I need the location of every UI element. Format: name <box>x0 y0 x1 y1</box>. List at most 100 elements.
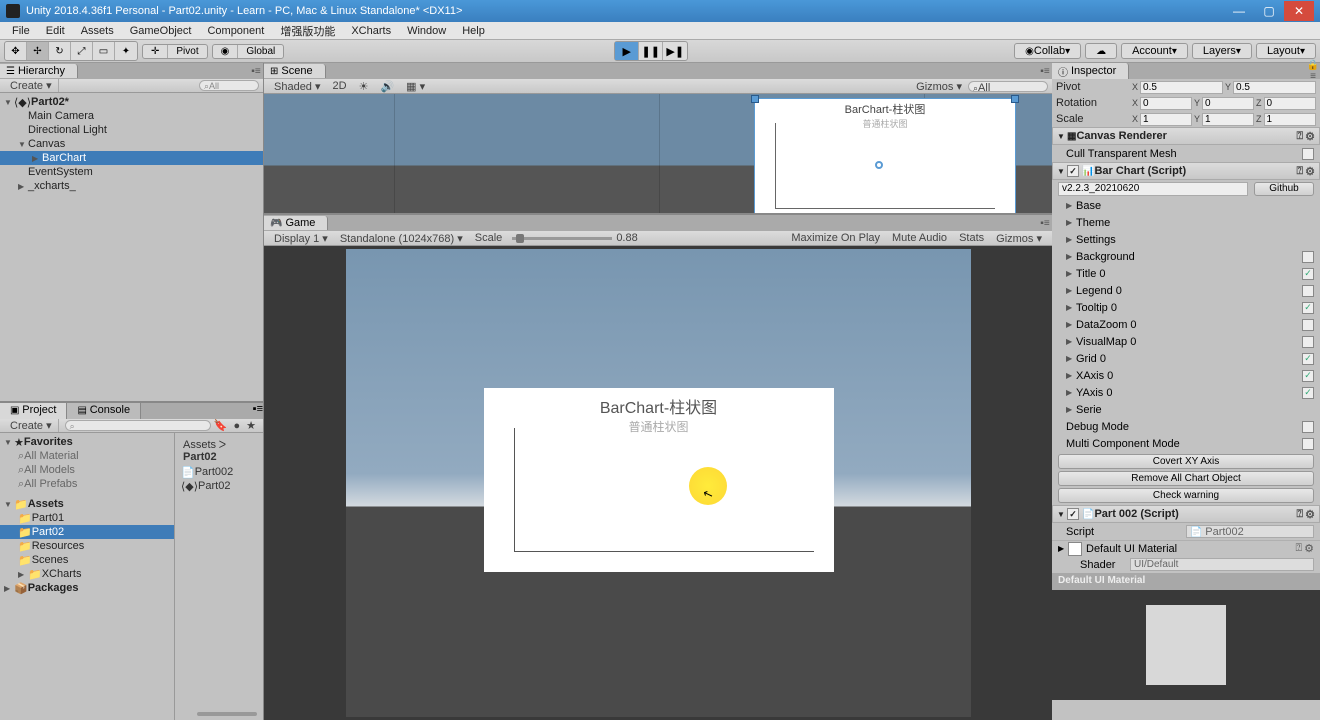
prop-legend-0[interactable]: ▶Legend 0 <box>1052 282 1320 299</box>
menu-file[interactable]: File <box>4 25 38 37</box>
breadcrumb[interactable]: Assets ᐳ Part02 <box>179 437 259 465</box>
rotate-tool[interactable]: ↻ <box>49 42 71 60</box>
layout-button[interactable]: Layout ▾ <box>1256 43 1316 59</box>
game-view[interactable]: BarChart-柱状图 普通柱状图 ↖ <box>264 246 1052 720</box>
minimize-button[interactable]: — <box>1224 1 1254 21</box>
project-tab[interactable]: ▣ Project <box>0 403 67 419</box>
prop-visualmap-0[interactable]: ▶VisualMap 0 <box>1052 333 1320 350</box>
hand-tool[interactable]: ✥ <box>5 42 27 60</box>
barchart-header[interactable]: ▼✓📊 Bar Chart (Script) ⍰⚙ <box>1052 162 1320 180</box>
prop-grid-0[interactable]: ▶Grid 0✓ <box>1052 350 1320 367</box>
assets-root[interactable]: ▼📁 Assets <box>0 497 174 511</box>
prop-theme[interactable]: ▶Theme <box>1052 214 1320 231</box>
gear-icon[interactable]: ⚙ <box>1305 165 1315 178</box>
part002-enable[interactable]: ✓ <box>1067 508 1079 520</box>
help-icon[interactable]: ⍰ <box>1297 508 1304 521</box>
folder-part02[interactable]: 📁 Part02 <box>0 525 174 539</box>
game-scale-slider[interactable] <box>512 237 612 240</box>
scene-gizmos[interactable]: Gizmos ▾ <box>910 80 968 93</box>
gear-icon[interactable]: ⚙ <box>1305 130 1315 143</box>
prop-check[interactable]: ✓ <box>1302 353 1314 365</box>
tree-xcharts[interactable]: ▶_xcharts_ <box>0 179 263 193</box>
help-icon[interactable]: ⍰ <box>1297 130 1304 143</box>
pivot-y[interactable] <box>1233 81 1316 94</box>
rot-z[interactable] <box>1264 97 1317 110</box>
step-button[interactable]: ▶❚ <box>663 42 687 60</box>
menu-assets[interactable]: Assets <box>73 25 122 37</box>
remove-button[interactable]: Remove All Chart Object <box>1058 471 1314 486</box>
game-popout[interactable]: ▪≡ <box>1038 218 1052 229</box>
menu-edit[interactable]: Edit <box>38 25 73 37</box>
folder-part01[interactable]: 📁 Part01 <box>0 511 174 525</box>
menu-component[interactable]: Component <box>199 25 272 37</box>
prop-base[interactable]: ▶Base <box>1052 197 1320 214</box>
github-button[interactable]: Github <box>1254 182 1314 196</box>
scene-popout[interactable]: ▪≡ <box>1038 66 1052 77</box>
prop-title-0[interactable]: ▶Title 0✓ <box>1052 265 1320 282</box>
prop-xaxis-0[interactable]: ▶XAxis 0✓ <box>1052 367 1320 384</box>
move-tool[interactable]: ✢ <box>27 42 49 60</box>
menu-help[interactable]: Help <box>454 25 493 37</box>
shader-field[interactable]: UI/Default <box>1130 558 1314 571</box>
prop-check[interactable] <box>1302 285 1314 297</box>
scene-search[interactable]: ⌕All <box>968 81 1048 92</box>
asset-part02[interactable]: ⟨◆⟩ Part02 <box>179 479 259 493</box>
barchart-enable[interactable]: ✓ <box>1067 165 1079 177</box>
prop-check[interactable]: ✓ <box>1302 370 1314 382</box>
scene-fx-icon[interactable]: ▦ ▾ <box>400 80 431 93</box>
scene-2d[interactable]: 2D <box>327 80 353 92</box>
prop-check[interactable] <box>1302 336 1314 348</box>
game-maximize[interactable]: Maximize On Play <box>785 232 886 244</box>
game-resolution[interactable]: Standalone (1024x768) ▾ <box>334 232 469 245</box>
gear-icon[interactable]: ⚙ <box>1304 542 1314 555</box>
prop-check[interactable] <box>1302 319 1314 331</box>
prop-serie[interactable]: ▶Serie <box>1052 401 1320 418</box>
pause-button[interactable]: ❚❚ <box>639 42 663 60</box>
console-tab[interactable]: ▤ Console <box>67 403 141 419</box>
account-button[interactable]: Account ▾ <box>1121 43 1188 59</box>
menu-xcharts[interactable]: XCharts <box>343 25 399 37</box>
game-tab[interactable]: 🎮 Game <box>264 216 328 230</box>
scale-tool[interactable]: ⤢ <box>71 42 93 60</box>
scene-view[interactable]: BarChart-柱状图 普通柱状图 <box>264 94 1052 213</box>
close-button[interactable]: ✕ <box>1284 1 1314 21</box>
tree-eventsystem[interactable]: EventSystem <box>0 165 263 179</box>
scene-audio-icon[interactable]: 🔊 <box>374 80 400 93</box>
menu-enhanced[interactable]: 增强版功能 <box>272 23 343 39</box>
tree-barchart[interactable]: ▶BarChart <box>0 151 263 165</box>
folder-xcharts[interactable]: ▶📁 XCharts <box>0 567 174 581</box>
check-button[interactable]: Check warning <box>1058 488 1314 503</box>
hierarchy-search[interactable]: ⌕All <box>199 80 259 91</box>
folder-scenes[interactable]: 📁 Scenes <box>0 553 174 567</box>
help-icon[interactable]: ⍰ <box>1296 542 1303 555</box>
rot-y[interactable] <box>1202 97 1254 110</box>
layers-button[interactable]: Layers ▾ <box>1192 43 1252 59</box>
transform-tool[interactable]: ✦ <box>115 42 137 60</box>
menu-window[interactable]: Window <box>399 25 454 37</box>
hierarchy-create[interactable]: Create ▾ <box>4 79 59 92</box>
tree-light[interactable]: Directional Light <box>0 123 263 137</box>
scale-x[interactable] <box>1140 113 1192 126</box>
multi-check[interactable] <box>1302 438 1314 450</box>
prop-datazoom-0[interactable]: ▶DataZoom 0 <box>1052 316 1320 333</box>
prop-check[interactable]: ✓ <box>1302 387 1314 399</box>
game-display[interactable]: Display 1 ▾ <box>268 232 334 245</box>
debug-check[interactable] <box>1302 421 1314 433</box>
global-toggle[interactable]: ◉Global <box>212 44 285 59</box>
menu-gameobject[interactable]: GameObject <box>122 25 200 37</box>
covert-button[interactable]: Covert XY Axis <box>1058 454 1314 469</box>
packages-root[interactable]: ▶📦 Packages <box>0 581 174 595</box>
prop-tooltip-0[interactable]: ▶Tooltip 0✓ <box>1052 299 1320 316</box>
inspector-tab[interactable]: ⓘ Inspector <box>1052 63 1129 80</box>
project-create[interactable]: Create ▾ <box>4 419 59 432</box>
project-search[interactable]: ⌕ <box>65 420 211 431</box>
rect-tool[interactable]: ▭ <box>93 42 115 60</box>
scene-shaded[interactable]: Shaded ▾ <box>268 80 327 93</box>
prop-settings[interactable]: ▶Settings <box>1052 231 1320 248</box>
maximize-button[interactable]: ▢ <box>1254 1 1284 21</box>
script-field[interactable]: 📄 Part002 <box>1186 525 1314 538</box>
favorites[interactable]: ▼★ Favorites <box>0 435 174 449</box>
material-row[interactable]: ▶Default UI Material ⍰⚙ <box>1052 540 1320 556</box>
prop-check[interactable]: ✓ <box>1302 268 1314 280</box>
scale-z[interactable] <box>1264 113 1317 126</box>
